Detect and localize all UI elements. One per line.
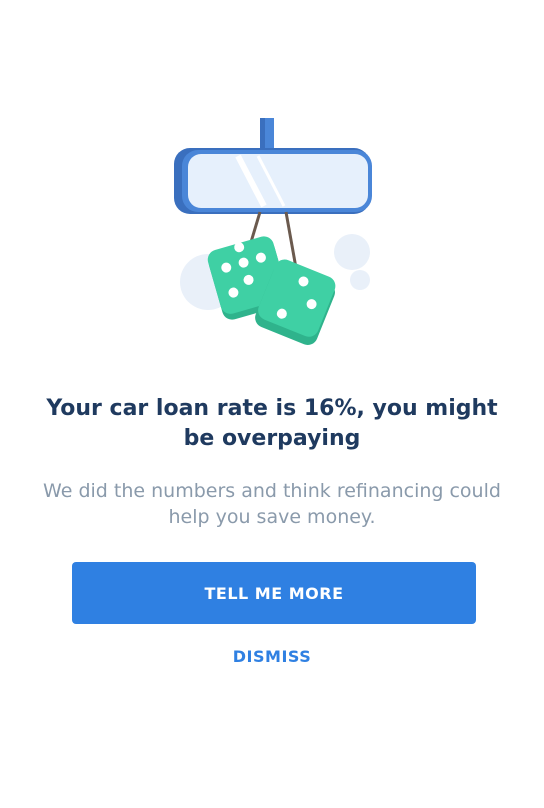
refinance-prompt-screen: Your car loan rate is 16%, you might be … bbox=[0, 0, 544, 808]
dismiss-button[interactable]: DISMISS bbox=[172, 644, 372, 670]
rearview-mirror-fuzzy-dice-icon bbox=[174, 118, 372, 345]
subtext: We did the numbers and think refinancing… bbox=[43, 480, 501, 528]
tell-me-more-button[interactable]: TELL ME MORE bbox=[72, 562, 476, 624]
headline: Your car loan rate is 16%, you might be … bbox=[46, 396, 498, 451]
